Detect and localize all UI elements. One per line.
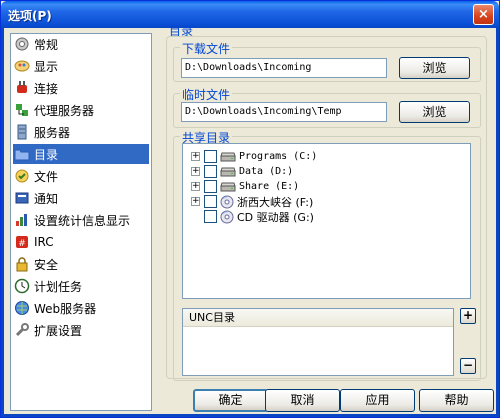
sidebar-item-scheduler[interactable]: 计划任务: [13, 276, 149, 296]
plug-icon: [13, 80, 31, 96]
share-checkbox[interactable]: [204, 195, 217, 208]
shared-directory-tree[interactable]: + Programs (C:) + Data (D:) + Share (E:)…: [182, 143, 471, 299]
expand-toggle[interactable]: +: [191, 182, 200, 191]
display-icon: [13, 58, 31, 74]
hard-drive-icon: [220, 152, 236, 161]
sidebar-item-extended[interactable]: 扩展设置: [13, 320, 149, 340]
hard-drive-icon: [220, 167, 236, 176]
sidebar-item-label: 设置统计信息显示: [34, 213, 131, 228]
proxy-icon: [13, 102, 31, 118]
sidebar-item-label: 计划任务: [34, 279, 83, 294]
tree-node-share[interactable]: + Share (E:): [191, 179, 299, 194]
server-icon: [13, 124, 31, 140]
apply-button[interactable]: 应用: [340, 389, 415, 412]
tree-node-label: Data (D:): [239, 166, 294, 177]
expand-toggle[interactable]: +: [191, 197, 200, 206]
share-checkbox[interactable]: [204, 150, 217, 163]
temp-browse-button[interactable]: 浏览: [399, 101, 470, 123]
download-browse-button[interactable]: 浏览: [399, 57, 470, 79]
sidebar-item-directories[interactable]: 目录: [13, 144, 149, 164]
folder-icon: [13, 146, 31, 162]
window-title: 选项(P): [8, 9, 52, 23]
sidebar-item-irc[interactable]: # IRC: [13, 232, 149, 252]
stats-icon: [13, 212, 31, 228]
sidebar-item-general[interactable]: 常规: [13, 34, 149, 54]
sidebar-item-label: 目录: [34, 147, 59, 162]
sidebar-item-server[interactable]: 服务器: [13, 122, 149, 142]
sidebar-item-label: 扩展设置: [34, 323, 83, 338]
sidebar-item-label: 文件: [34, 169, 59, 184]
tree-node-label: Share (E:): [239, 181, 300, 192]
ok-button[interactable]: 确定: [193, 389, 268, 412]
expand-toggle[interactable]: +: [191, 167, 200, 176]
download-group-label: 下载文件: [180, 40, 233, 57]
sidebar-item-label: 常规: [34, 37, 59, 52]
expand-toggle[interactable]: +: [191, 152, 200, 161]
cd-drive-icon: [220, 195, 234, 208]
gear-icon: [13, 36, 31, 52]
share-checkbox[interactable]: [204, 165, 217, 178]
help-button[interactable]: 帮助: [419, 389, 494, 412]
share-checkbox[interactable]: [204, 180, 217, 193]
tree-node-label: 浙西大峡谷 (F:): [237, 195, 314, 209]
tree-node-programs[interactable]: + Programs (C:): [191, 149, 317, 164]
hard-drive-icon: [220, 182, 236, 191]
options-dialog: 选项(P) × 常规 显示 连接 代理服务器 服务器 目录 文件 通知 设置统计…: [0, 0, 500, 418]
sidebar-item-display[interactable]: 显示: [13, 56, 149, 76]
sidebar-item-web-server[interactable]: Web服务器: [13, 298, 149, 318]
clock-icon: [13, 278, 31, 294]
wrench-icon: [13, 322, 31, 338]
sidebar-item-statistics[interactable]: 设置统计信息显示: [13, 210, 149, 230]
file-icon: [13, 168, 31, 184]
sidebar-item-label: 连接: [34, 81, 59, 96]
sidebar-item-label: 通知: [34, 191, 59, 206]
sidebar-item-proxy[interactable]: 代理服务器: [13, 100, 149, 120]
lock-icon: [13, 256, 31, 272]
svg-text:#: #: [18, 239, 26, 249]
sidebar-item-label: Web服务器: [34, 301, 97, 316]
sidebar-item-notifications[interactable]: 通知: [13, 188, 149, 208]
download-path-input[interactable]: D:\Downloads\Incoming: [181, 58, 387, 78]
sidebar-item-label: 安全: [34, 257, 59, 272]
temp-group-label: 临时文件: [180, 86, 233, 103]
close-button[interactable]: ×: [473, 4, 494, 25]
share-checkbox[interactable]: [204, 210, 217, 223]
notify-icon: [13, 190, 31, 206]
temp-path-input[interactable]: D:\Downloads\Incoming\Temp: [181, 102, 387, 122]
irc-icon: #: [13, 234, 31, 250]
sidebar-item-label: 服务器: [34, 125, 71, 140]
tree-node-cd-g[interactable]: CD 驱动器 (G:): [204, 209, 314, 224]
tree-node-cd-f[interactable]: + 浙西大峡谷 (F:): [191, 194, 313, 209]
unc-remove-button[interactable]: −: [460, 358, 476, 374]
cd-drive-icon: [220, 210, 234, 223]
tree-node-label: CD 驱动器 (G:): [237, 210, 314, 224]
sidebar-item-connection[interactable]: 连接: [13, 78, 149, 98]
unc-column-header[interactable]: UNC目录: [183, 309, 453, 327]
tree-node-data[interactable]: + Data (D:): [191, 164, 293, 179]
category-list: 常规 显示 连接 代理服务器 服务器 目录 文件 通知 设置统计信息显示 # I…: [10, 33, 152, 411]
tree-node-label: Programs (C:): [239, 151, 318, 162]
cancel-button[interactable]: 取消: [265, 389, 340, 412]
globe-icon: [13, 300, 31, 316]
sidebar-item-label: 代理服务器: [34, 103, 95, 118]
sidebar-item-security[interactable]: 安全: [13, 254, 149, 274]
unc-add-button[interactable]: +: [460, 308, 476, 324]
title-bar[interactable]: 选项(P) ×: [1, 1, 499, 28]
sidebar-item-label: IRC: [34, 235, 54, 249]
sidebar-item-files[interactable]: 文件: [13, 166, 149, 186]
sidebar-item-label: 显示: [34, 59, 59, 74]
unc-list[interactable]: UNC目录: [182, 308, 454, 376]
